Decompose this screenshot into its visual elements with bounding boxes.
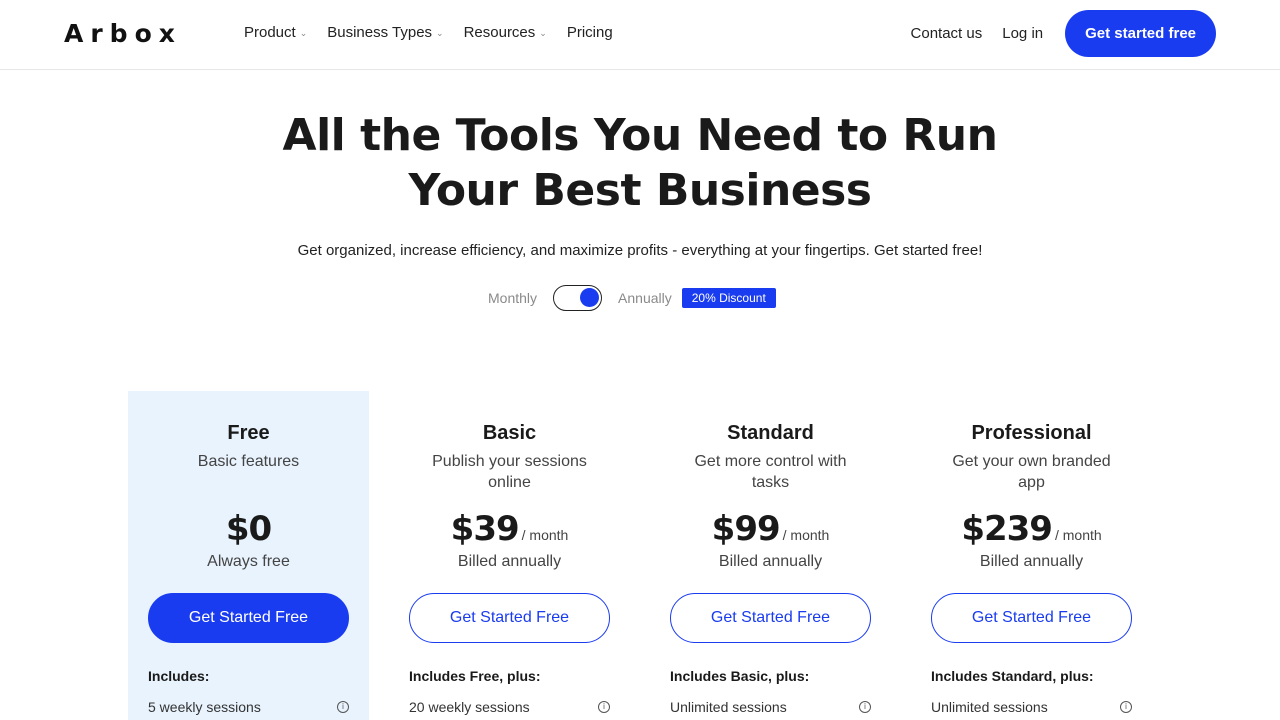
site-header: Arbox Product ⌄ Business Types ⌄ Resourc…	[0, 0, 1280, 70]
get-started-free-button[interactable]: Get Started Free	[670, 593, 871, 643]
plan-card-free: Free Basic features $0 Always free Get S…	[128, 391, 369, 720]
plan-description: Basic features	[197, 453, 300, 470]
chevron-down-icon: ⌄	[539, 28, 547, 38]
chevron-down-icon: ⌄	[299, 28, 308, 38]
price-period: / month	[1054, 527, 1102, 543]
feature-label: 20 weekly sessions	[409, 699, 530, 715]
plan-card-basic: Basic Publish your sessions online $39 /…	[389, 391, 630, 720]
page-subtitle: Get organized, increase efficiency, and …	[297, 242, 983, 259]
billing-note: Always free	[207, 553, 290, 570]
info-icon[interactable]: i	[1120, 701, 1132, 713]
price-period: / month	[782, 527, 830, 543]
get-started-free-button[interactable]: Get Started Free	[148, 593, 349, 643]
nav-business-types-label: Business Types	[327, 24, 433, 41]
price-period: / month	[521, 527, 569, 543]
price-row: $99 / month	[650, 509, 891, 549]
info-icon[interactable]: i	[859, 701, 871, 713]
page-title-line-2: Your Best Business	[408, 165, 873, 216]
includes-heading: Includes Standard, plus:	[931, 668, 1094, 684]
plan-card-standard: Standard Get more control with tasks $99…	[650, 391, 891, 720]
plan-price: $39	[450, 509, 520, 549]
billing-period-toggle[interactable]	[553, 285, 603, 311]
includes-heading: Includes:	[148, 668, 210, 684]
contact-us-link[interactable]: Contact us	[911, 25, 983, 42]
plan-description: Publish your sessions online	[432, 453, 587, 491]
plan-price: $239	[961, 509, 1053, 549]
nav-resources[interactable]: Resources ⌄	[464, 24, 547, 41]
toggle-knob	[580, 288, 600, 307]
nav-resources-label: Resources	[463, 24, 536, 41]
plan-name: Standard	[727, 422, 814, 444]
pricing-plans: Free Basic features $0 Always free Get S…	[128, 391, 1172, 720]
page-title-line-1: All the Tools You Need to Run	[282, 110, 998, 161]
nav-pricing[interactable]: Pricing	[567, 24, 613, 41]
header-actions: Contact us Log in Get started free	[911, 10, 1216, 57]
plan-name: Basic	[482, 422, 537, 444]
arbox-logo[interactable]: Arbox	[64, 19, 182, 48]
page-title: All the Tools You Need to Run Your Best …	[0, 108, 1280, 218]
nav-product[interactable]: Product ⌄	[244, 24, 307, 41]
get-started-free-button[interactable]: Get Started Free	[931, 593, 1132, 643]
get-started-free-button[interactable]: Get Started Free	[409, 593, 610, 643]
price-row: $239 / month	[911, 509, 1152, 549]
feature-label: Unlimited sessions	[670, 699, 787, 715]
feature-item: Unlimited sessions i	[670, 699, 871, 715]
plan-description: Get more control with tasks	[694, 453, 847, 491]
log-in-link[interactable]: Log in	[1002, 25, 1043, 42]
get-started-free-button[interactable]: Get started free	[1065, 10, 1216, 57]
plan-description: Get your own branded app	[952, 453, 1111, 491]
nav-pricing-label: Pricing	[566, 24, 613, 41]
billing-note: Billed annually	[718, 553, 823, 570]
info-icon[interactable]: i	[337, 701, 349, 713]
feature-label: 5 weekly sessions	[148, 699, 261, 715]
annually-label[interactable]: Annually	[618, 290, 672, 306]
price-row: $0	[128, 509, 369, 549]
chevron-down-icon: ⌄	[436, 28, 444, 38]
plan-card-professional: Professional Get your own branded app $2…	[911, 391, 1152, 720]
monthly-label[interactable]: Monthly	[488, 290, 537, 306]
nav-product-label: Product	[244, 24, 296, 41]
plan-name: Professional	[971, 422, 1092, 444]
plan-price: $99	[711, 509, 781, 549]
discount-badge: 20% Discount	[681, 288, 776, 308]
feature-item: 20 weekly sessions i	[409, 699, 610, 715]
main-nav: Product ⌄ Business Types ⌄ Resources ⌄ P…	[244, 24, 613, 41]
billing-note: Billed annually	[457, 553, 562, 570]
billing-toggle-group: Monthly Annually 20% Discount	[488, 285, 776, 311]
plan-price: $0	[225, 509, 272, 549]
price-row: $39 / month	[389, 509, 630, 549]
includes-heading: Includes Free, plus:	[409, 668, 541, 684]
nav-business-types[interactable]: Business Types ⌄	[327, 24, 443, 41]
feature-item: 5 weekly sessions i	[148, 699, 349, 715]
plan-name: Free	[227, 422, 270, 444]
includes-heading: Includes Basic, plus:	[670, 668, 810, 684]
billing-note: Billed annually	[979, 553, 1084, 570]
info-icon[interactable]: i	[598, 701, 610, 713]
feature-item: Unlimited sessions i	[931, 699, 1132, 715]
feature-label: Unlimited sessions	[931, 699, 1048, 715]
